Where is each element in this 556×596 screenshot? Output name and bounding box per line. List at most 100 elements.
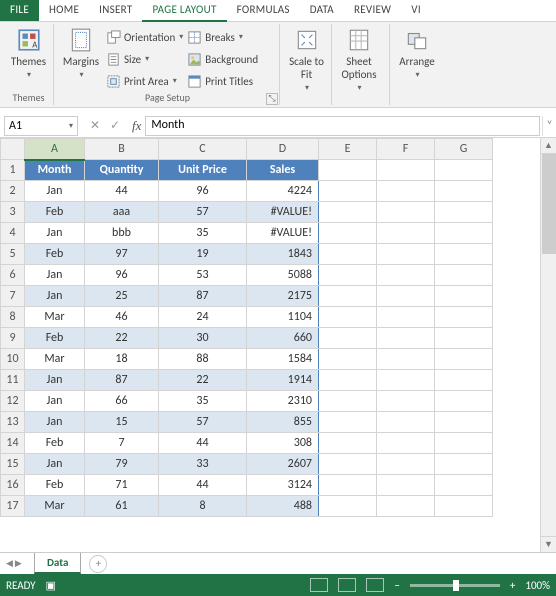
cell[interactable]	[435, 265, 493, 286]
cell[interactable]: 488	[247, 496, 319, 517]
cell[interactable]	[435, 181, 493, 202]
arrange-button[interactable]: Arrange ▾	[396, 25, 438, 80]
cell[interactable]: 88	[159, 349, 247, 370]
cell[interactable]: Month	[25, 160, 85, 181]
row-header[interactable]: 14	[1, 433, 25, 454]
cell[interactable]: 30	[159, 328, 247, 349]
cell[interactable]	[377, 433, 435, 454]
cell[interactable]	[435, 202, 493, 223]
cell[interactable]: 7	[85, 433, 159, 454]
cell[interactable]: 2607	[247, 454, 319, 475]
cell[interactable]: 1843	[247, 244, 319, 265]
cell[interactable]: 44	[159, 433, 247, 454]
cell[interactable]	[435, 454, 493, 475]
themes-button[interactable]: A Themes ▾	[8, 25, 49, 80]
row-header[interactable]: 4	[1, 223, 25, 244]
row-header[interactable]: 2	[1, 181, 25, 202]
cell[interactable]: Feb	[25, 475, 85, 496]
sheet-options-button[interactable]: Sheet Options ▾	[338, 25, 380, 93]
cell[interactable]	[435, 286, 493, 307]
tab-data[interactable]: DATA	[300, 0, 344, 21]
cell[interactable]: 25	[85, 286, 159, 307]
row-header[interactable]: 13	[1, 412, 25, 433]
cell[interactable]: Jan	[25, 286, 85, 307]
cell[interactable]	[377, 286, 435, 307]
sheet-nav-next-icon[interactable]: ▶	[15, 558, 22, 569]
cell[interactable]: 66	[85, 391, 159, 412]
cell[interactable]	[435, 349, 493, 370]
cell[interactable]	[319, 181, 377, 202]
cell[interactable]: Jan	[25, 181, 85, 202]
cell[interactable]: 87	[159, 286, 247, 307]
cell[interactable]	[435, 433, 493, 454]
tab-file[interactable]: FILE	[0, 0, 39, 21]
cell[interactable]: Feb	[25, 244, 85, 265]
cell[interactable]	[435, 328, 493, 349]
cell[interactable]: 1584	[247, 349, 319, 370]
column-header-A[interactable]: A	[25, 139, 85, 160]
cell[interactable]: Mar	[25, 349, 85, 370]
cell[interactable]	[319, 412, 377, 433]
zoom-slider[interactable]	[410, 584, 500, 587]
cell[interactable]	[435, 307, 493, 328]
cell[interactable]: Sales	[247, 160, 319, 181]
cell[interactable]: 46	[85, 307, 159, 328]
enter-formula-icon[interactable]: ✓	[108, 118, 122, 133]
cell[interactable]	[319, 286, 377, 307]
scale-to-fit-button[interactable]: Scale to Fit ▾	[286, 25, 327, 93]
column-header-D[interactable]: D	[247, 139, 319, 160]
row-header[interactable]: 16	[1, 475, 25, 496]
sheet-tab-data[interactable]: Data	[34, 553, 81, 574]
column-header-E[interactable]: E	[319, 139, 377, 160]
breaks-button[interactable]: Breaks▾	[187, 27, 258, 47]
view-normal-icon[interactable]	[310, 578, 328, 592]
cancel-formula-icon[interactable]: ✕	[88, 118, 102, 133]
cell[interactable]	[319, 265, 377, 286]
cell[interactable]	[377, 454, 435, 475]
cell[interactable]	[435, 496, 493, 517]
orientation-button[interactable]: Orientation▾	[106, 27, 183, 47]
row-header[interactable]: 11	[1, 370, 25, 391]
cell[interactable]	[319, 454, 377, 475]
zoom-level[interactable]: 100%	[525, 579, 550, 592]
cell[interactable]: Jan	[25, 454, 85, 475]
cell[interactable]	[377, 475, 435, 496]
row-header[interactable]: 3	[1, 202, 25, 223]
cell[interactable]	[377, 349, 435, 370]
cell[interactable]	[377, 328, 435, 349]
cell[interactable]: 8	[159, 496, 247, 517]
cell[interactable]	[319, 349, 377, 370]
cell[interactable]: #VALUE!	[247, 202, 319, 223]
row-header[interactable]: 17	[1, 496, 25, 517]
cell[interactable]	[377, 244, 435, 265]
row-header[interactable]: 7	[1, 286, 25, 307]
cell[interactable]: 1914	[247, 370, 319, 391]
formula-input[interactable]	[151, 118, 534, 132]
cell[interactable]: 57	[159, 202, 247, 223]
tab-view-truncated[interactable]: VI	[401, 0, 431, 21]
scroll-up-icon[interactable]: ▲	[541, 138, 556, 154]
cell[interactable]	[435, 412, 493, 433]
tab-formulas[interactable]: FORMULAS	[227, 0, 300, 21]
cell[interactable]: Mar	[25, 307, 85, 328]
row-header[interactable]: 15	[1, 454, 25, 475]
cell[interactable]: 57	[159, 412, 247, 433]
column-header-F[interactable]: F	[377, 139, 435, 160]
fx-icon[interactable]: fx	[128, 118, 145, 134]
cell[interactable]	[435, 160, 493, 181]
zoom-out-icon[interactable]: −	[394, 579, 399, 592]
cell[interactable]: Jan	[25, 370, 85, 391]
cell[interactable]	[319, 496, 377, 517]
cell[interactable]	[319, 223, 377, 244]
size-button[interactable]: Size▾	[106, 49, 183, 69]
cell[interactable]: Unit Price	[159, 160, 247, 181]
name-box[interactable]: ▾	[4, 116, 78, 136]
zoom-thumb[interactable]	[453, 580, 459, 591]
name-box-input[interactable]	[9, 119, 57, 133]
view-page-break-icon[interactable]	[366, 578, 384, 592]
margins-button[interactable]: Margins ▾	[60, 25, 102, 80]
macro-record-icon[interactable]: ▣	[46, 579, 56, 592]
cell[interactable]: 660	[247, 328, 319, 349]
cell[interactable]	[435, 391, 493, 412]
cell[interactable]: Quantity	[85, 160, 159, 181]
